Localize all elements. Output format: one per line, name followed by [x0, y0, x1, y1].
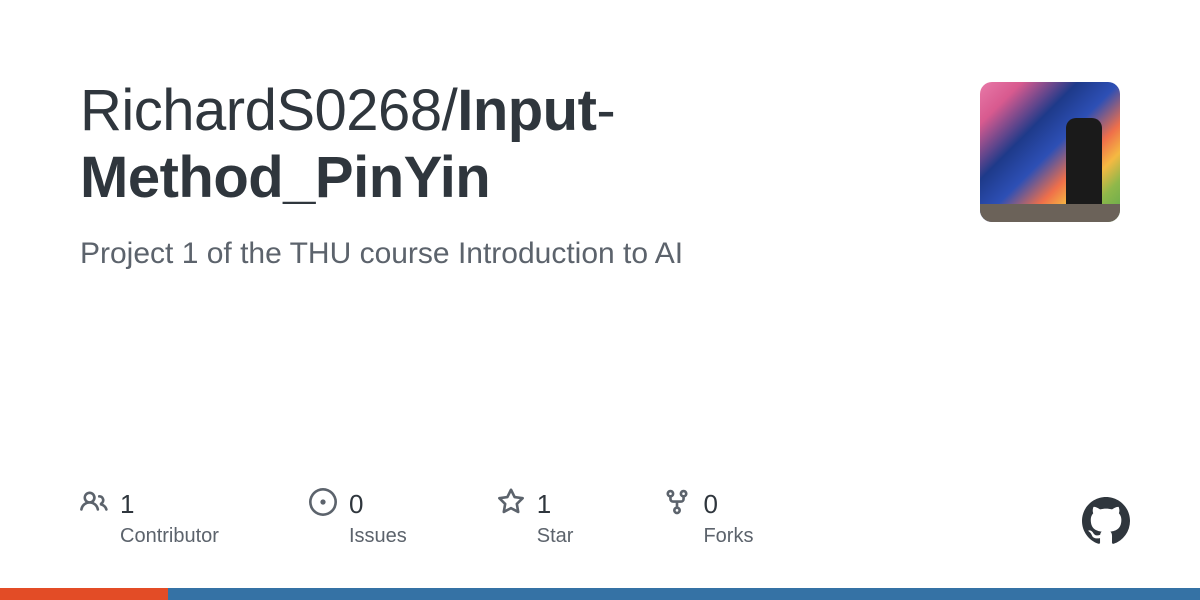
fork-icon [663, 488, 691, 521]
repo-name-part1: Input [457, 78, 596, 143]
header-row: RichardS0268/Input- Method_PinYin Project… [80, 78, 1120, 271]
repo-card: RichardS0268/Input- Method_PinYin Project… [0, 0, 1200, 600]
repo-description: Project 1 of the THU course Introduction… [80, 237, 683, 271]
star-icon [497, 488, 525, 521]
repo-owner: RichardS0268 [80, 78, 442, 143]
issues-label: Issues [349, 525, 407, 548]
forks-count: 0 [703, 489, 717, 520]
avatar [980, 82, 1120, 222]
stars-count: 1 [537, 489, 551, 520]
stats-row: 1 Contributor 0 Issues 1 Star [80, 488, 753, 548]
contributors-label: Contributor [120, 525, 219, 548]
repo-name-part2: Method_PinYin [80, 145, 490, 210]
stat-stars: 1 Star [497, 488, 574, 548]
repo-title: RichardS0268/Input- Method_PinYin [80, 78, 683, 211]
issue-icon [309, 488, 337, 521]
title-block: RichardS0268/Input- Method_PinYin Project… [80, 78, 683, 271]
slash: / [442, 78, 458, 143]
github-logo-icon [1082, 497, 1130, 550]
stars-label: Star [537, 525, 574, 548]
contributors-count: 1 [120, 489, 134, 520]
people-icon [80, 488, 108, 521]
language-bar-segment [168, 588, 1200, 600]
issues-count: 0 [349, 489, 363, 520]
stat-contributors: 1 Contributor [80, 488, 219, 548]
language-bar-segment [0, 588, 168, 600]
stat-issues: 0 Issues [309, 488, 407, 548]
stat-forks: 0 Forks [663, 488, 753, 548]
forks-label: Forks [703, 525, 753, 548]
hyphen: - [596, 78, 615, 143]
language-bar [0, 588, 1200, 600]
